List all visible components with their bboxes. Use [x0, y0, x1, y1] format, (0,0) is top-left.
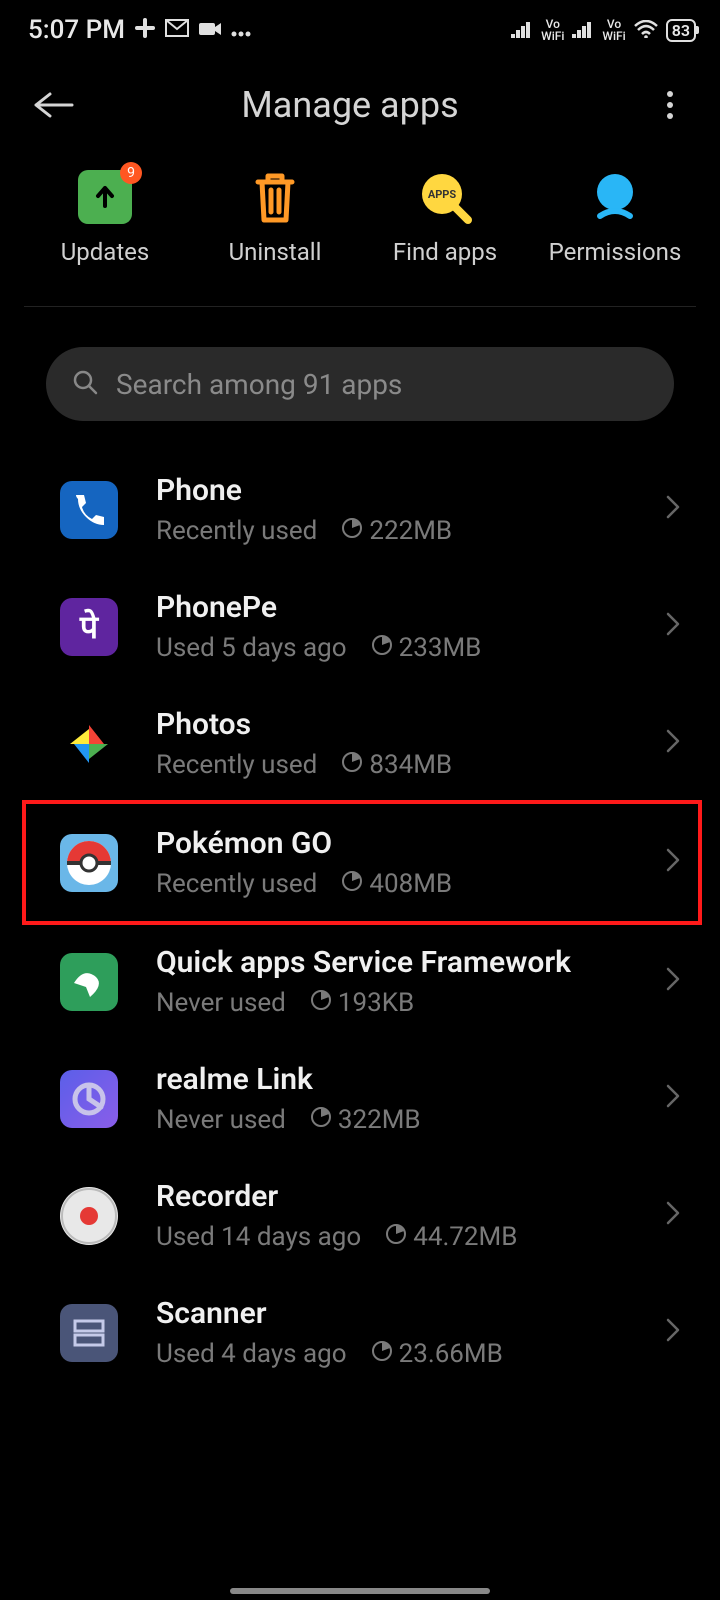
slack-notification-icon	[135, 18, 155, 43]
app-row-scanner[interactable]: Scanner Used 4 days ago 23.66MB	[0, 1274, 720, 1391]
storage-icon	[341, 517, 363, 539]
action-row: 9 Updates Uninstall APPS Find apps Permi…	[0, 160, 720, 306]
app-size: 193KB	[338, 988, 414, 1018]
chevron-right-icon	[666, 965, 680, 998]
chevron-right-icon	[666, 1199, 680, 1232]
app-name: PhonePe	[156, 590, 666, 625]
uninstall-label: Uninstall	[229, 238, 322, 266]
wifi-icon	[634, 15, 658, 45]
svg-text:APPS: APPS	[428, 188, 457, 201]
chevron-right-icon	[666, 1082, 680, 1115]
app-name: Recorder	[156, 1179, 666, 1214]
storage-icon	[371, 634, 393, 656]
app-row-phone[interactable]: Phone Recently used 222MB	[0, 451, 720, 568]
chevron-right-icon	[666, 846, 680, 879]
updates-action[interactable]: 9 Updates	[30, 170, 180, 266]
app-usage: Recently used	[156, 516, 317, 546]
app-size: 44.72MB	[413, 1222, 517, 1252]
more-notifications-icon	[231, 18, 251, 42]
app-usage: Used 4 days ago	[156, 1339, 347, 1369]
app-size: 222MB	[369, 516, 452, 546]
chevron-right-icon	[666, 727, 680, 760]
phonepe-app-icon: पे	[60, 598, 118, 656]
app-size: 23.66MB	[399, 1339, 503, 1369]
findapps-action[interactable]: APPS Find apps	[370, 170, 520, 266]
recorder-app-icon	[60, 1187, 118, 1245]
storage-icon	[310, 989, 332, 1011]
photos-app-icon	[60, 715, 118, 773]
app-size: 233MB	[399, 633, 482, 663]
status-time: 5:07 PM	[28, 15, 125, 45]
app-row-phonepe[interactable]: पे PhonePe Used 5 days ago 233MB	[0, 568, 720, 685]
more-options-button[interactable]	[650, 85, 690, 125]
status-bar: 5:07 PM VoWiFi VoWiFi 83	[0, 0, 720, 60]
permissions-action[interactable]: Permissions	[540, 170, 690, 266]
vowifi-2-icon: VoWiFi	[602, 18, 625, 42]
app-name: Scanner	[156, 1296, 666, 1331]
gmail-notification-icon	[165, 18, 189, 42]
storage-icon	[310, 1106, 332, 1128]
signal-2-icon	[572, 15, 594, 45]
search-input[interactable]: Search among 91 apps	[46, 347, 674, 421]
uninstall-icon	[248, 170, 302, 224]
battery-icon: 83	[666, 19, 696, 42]
page-title: Manage apps	[50, 84, 650, 126]
chevron-right-icon	[666, 1316, 680, 1349]
app-usage: Used 5 days ago	[156, 633, 347, 663]
app-row-realme[interactable]: realme Link Never used 322MB	[0, 1040, 720, 1157]
camera-notification-icon	[199, 18, 221, 42]
app-size: 322MB	[338, 1105, 421, 1135]
app-row-photos[interactable]: Photos Recently used 834MB	[0, 685, 720, 802]
app-name: Pokémon GO	[156, 826, 666, 861]
app-name: Phone	[156, 473, 666, 508]
app-usage: Never used	[156, 1105, 286, 1135]
uninstall-action[interactable]: Uninstall	[200, 170, 350, 266]
chevron-right-icon	[666, 610, 680, 643]
app-row-quickapps[interactable]: Quick apps Service Framework Never used …	[0, 923, 720, 1040]
pokemon-app-icon	[60, 834, 118, 892]
findapps-icon: APPS	[418, 170, 472, 224]
updates-badge: 9	[120, 162, 142, 184]
updates-label: Updates	[61, 238, 150, 266]
app-name: realme Link	[156, 1062, 666, 1097]
permissions-label: Permissions	[549, 238, 682, 266]
app-header: Manage apps	[0, 60, 720, 160]
quickapps-app-icon	[60, 953, 118, 1011]
storage-icon	[371, 1340, 393, 1362]
app-list: Phone Recently used 222MB पे PhonePe Use…	[0, 451, 720, 1391]
storage-icon	[385, 1223, 407, 1245]
signal-1-icon	[511, 15, 533, 45]
app-row-pokemon-highlighted[interactable]: Pokémon GO Recently used 408MB	[22, 800, 702, 925]
storage-icon	[341, 751, 363, 773]
storage-icon	[341, 870, 363, 892]
findapps-label: Find apps	[393, 238, 497, 266]
updates-icon: 9	[78, 170, 132, 224]
scanner-app-icon	[60, 1304, 118, 1362]
realme-app-icon	[60, 1070, 118, 1128]
home-indicator[interactable]	[230, 1588, 490, 1594]
app-size: 834MB	[369, 750, 452, 780]
phone-app-icon	[60, 481, 118, 539]
permissions-icon	[588, 170, 642, 224]
app-usage: Recently used	[156, 750, 317, 780]
chevron-right-icon	[666, 493, 680, 526]
search-icon	[72, 369, 98, 399]
app-name: Quick apps Service Framework	[156, 945, 666, 980]
app-usage: Used 14 days ago	[156, 1222, 361, 1252]
app-row-recorder[interactable]: Recorder Used 14 days ago 44.72MB	[0, 1157, 720, 1274]
app-usage: Recently used	[156, 869, 317, 899]
divider	[24, 306, 696, 307]
search-placeholder: Search among 91 apps	[116, 368, 402, 401]
app-name: Photos	[156, 707, 666, 742]
app-size: 408MB	[369, 869, 452, 899]
app-usage: Never used	[156, 988, 286, 1018]
vowifi-1-icon: VoWiFi	[541, 18, 564, 42]
